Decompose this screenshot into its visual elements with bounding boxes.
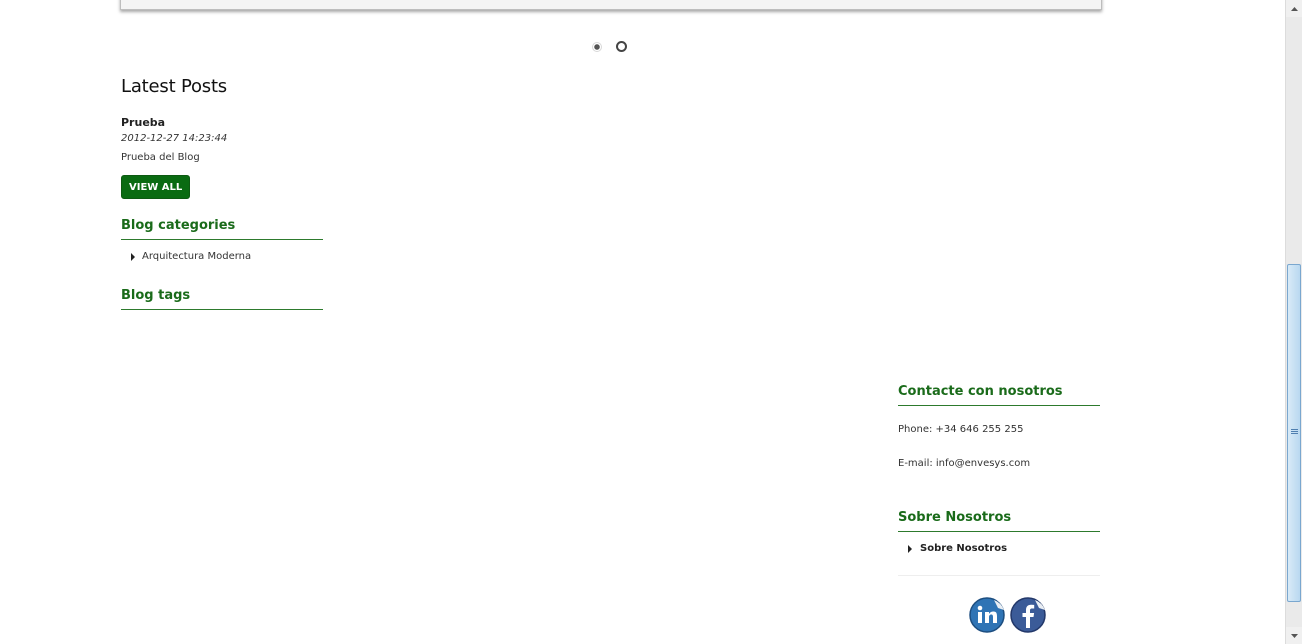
latest-posts-heading: Latest Posts bbox=[121, 76, 227, 97]
blog-categories-heading: Blog categories bbox=[121, 218, 323, 240]
scroll-up-button[interactable] bbox=[1286, 0, 1302, 17]
latest-posts-section: Latest Posts bbox=[121, 76, 227, 97]
about-heading: Sobre Nosotros bbox=[898, 510, 1100, 532]
slider-dot-2[interactable] bbox=[616, 41, 627, 52]
category-item[interactable]: Arquitectura Moderna bbox=[131, 251, 251, 262]
triangle-right-icon bbox=[131, 252, 135, 261]
contact-email[interactable]: E-mail: info@envesys.com bbox=[898, 458, 1030, 469]
post-excerpt: Prueba del Blog bbox=[121, 152, 200, 163]
view-all-button[interactable]: VIEW ALL bbox=[121, 175, 191, 199]
category-label: Arquitectura Moderna bbox=[142, 251, 252, 262]
vertical-scrollbar[interactable] bbox=[1285, 0, 1302, 644]
post-title[interactable]: Prueba bbox=[121, 116, 165, 129]
triangle-right-icon bbox=[908, 544, 912, 553]
contact-phone: Phone: +34 646 255 255 bbox=[898, 424, 1024, 435]
slider-dot-1[interactable] bbox=[592, 41, 602, 52]
footer-divider bbox=[898, 575, 1100, 576]
blog-tags-heading: Blog tags bbox=[121, 288, 323, 310]
linkedin-icon[interactable] bbox=[968, 596, 1006, 634]
facebook-icon[interactable] bbox=[1009, 596, 1047, 634]
about-link-label: Sobre Nosotros bbox=[920, 543, 1008, 554]
slider-frame bbox=[120, 0, 1102, 10]
scroll-thumb[interactable] bbox=[1287, 264, 1301, 602]
slider-pagination bbox=[592, 41, 627, 52]
scroll-down-button[interactable] bbox=[1286, 627, 1302, 644]
post-date: 2012-12-27 14:23:44 bbox=[121, 133, 228, 144]
grip-icon bbox=[1291, 429, 1298, 430]
contact-heading: Contacte con nosotros bbox=[898, 384, 1100, 406]
about-link[interactable]: Sobre Nosotros bbox=[908, 543, 1007, 554]
